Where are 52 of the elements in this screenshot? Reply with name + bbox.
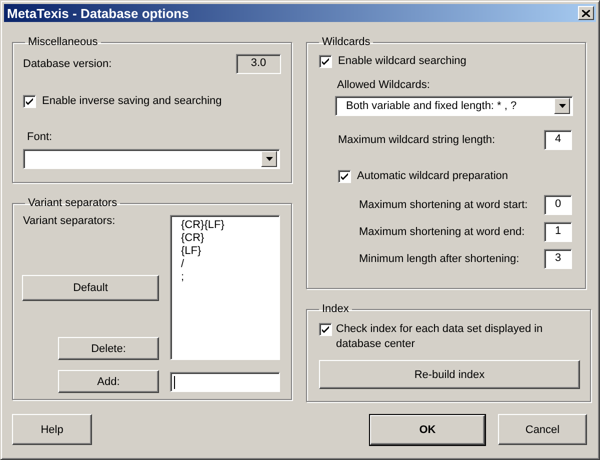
- delete-button[interactable]: Delete:: [58, 337, 159, 360]
- add-button[interactable]: Add:: [58, 370, 159, 393]
- separator-list[interactable]: {CR}{LF} {CR} {LF} / ;: [170, 215, 280, 360]
- font-dropdown[interactable]: [23, 149, 280, 169]
- checkbox-label: Check index for each data set displayed in database center: [336, 322, 544, 352]
- list-item[interactable]: {CR}{LF}: [181, 219, 279, 232]
- number-field[interactable]: 1: [544, 222, 572, 242]
- caret-icon: [558, 104, 566, 108]
- checkbox-label: Enable wildcard searching: [338, 54, 466, 69]
- checkbox-label: Automatic wildcard preparation: [357, 169, 508, 184]
- group-title: Variant separators: [27, 197, 118, 209]
- check-icon: [25, 97, 34, 106]
- list-item[interactable]: ;: [181, 271, 279, 284]
- list-item[interactable]: /: [181, 258, 279, 271]
- group-title: Index: [321, 303, 350, 315]
- check-icon: [340, 172, 349, 181]
- checkbox[interactable]: [23, 95, 36, 108]
- check-icon: [321, 325, 330, 334]
- field-label: Maximum shortening at word start:: [359, 199, 528, 211]
- ok-button[interactable]: OK: [370, 414, 485, 444]
- checkbox-label: Enable inverse saving and searching: [42, 94, 222, 109]
- group-title: Wildcards: [321, 36, 372, 48]
- caret-icon: [266, 157, 272, 161]
- group-title: Miscellaneous: [27, 36, 99, 48]
- dropdown-button[interactable]: [554, 98, 570, 114]
- field-label: Maximum shortening at word end:: [359, 226, 525, 238]
- window-title: MetaTexis - Database options: [7, 6, 189, 20]
- dropdown-button[interactable]: [261, 151, 277, 167]
- checkbox[interactable]: [319, 55, 332, 68]
- version-field: 3.0: [236, 54, 281, 74]
- field-label: Variant separators:: [23, 215, 116, 227]
- cancel-button[interactable]: Cancel: [498, 414, 587, 445]
- field-label: Minimum length after shortening:: [359, 253, 520, 265]
- number-field[interactable]: 4: [544, 130, 572, 150]
- default-button[interactable]: Default: [22, 275, 159, 301]
- number-field[interactable]: 0: [544, 195, 572, 215]
- wildcard-dropdown[interactable]: Both variable and fixed length: * , ?: [335, 96, 573, 116]
- close-icon: [582, 10, 590, 16]
- help-button[interactable]: Help: [12, 414, 92, 445]
- input-field[interactable]: [170, 372, 280, 392]
- number-field[interactable]: 3: [544, 249, 572, 269]
- field-label: Allowed Wildcards:: [337, 79, 431, 91]
- rebuild-button[interactable]: Re-build index: [319, 360, 580, 389]
- field-label: Maximum wildcard string length:: [338, 134, 496, 146]
- close-button[interactable]: [578, 6, 594, 20]
- checkbox[interactable]: [319, 323, 332, 336]
- field-label: Font:: [27, 131, 54, 143]
- list-item[interactable]: {CR}: [181, 232, 279, 245]
- checkbox[interactable]: [338, 170, 351, 183]
- list-item[interactable]: {LF}: [181, 245, 279, 258]
- check-icon: [321, 57, 330, 66]
- field-label: Database version:: [23, 58, 112, 70]
